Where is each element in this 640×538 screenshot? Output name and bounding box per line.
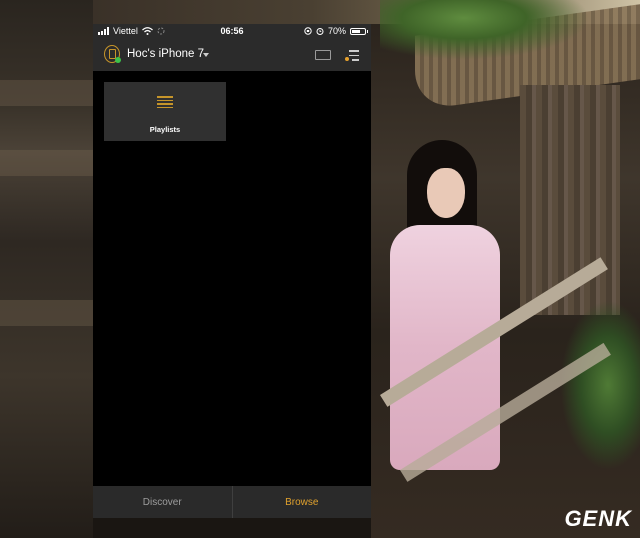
wall-plank <box>0 300 93 326</box>
bottom-tab-bar: Discover Browse <box>93 486 371 518</box>
rotation-lock-icon <box>304 27 312 35</box>
battery-percent: 70% <box>327 26 346 36</box>
device-name: Hoc's iPhone 7 <box>127 48 204 60</box>
connected-status-dot <box>115 57 121 63</box>
genk-watermark: GENK <box>564 506 632 531</box>
chevron-down-icon <box>203 53 209 57</box>
playlists-tile[interactable]: Playlists <box>104 82 226 141</box>
tile-label: Playlists <box>149 125 181 134</box>
status-bar: Viettel 06:56 70% <box>93 24 371 38</box>
status-right: 70% <box>304 26 368 36</box>
cast-icon[interactable] <box>315 50 331 60</box>
wall-plank <box>0 150 93 176</box>
tab-browse[interactable]: Browse <box>233 486 372 518</box>
tab-discover[interactable]: Discover <box>93 486 233 518</box>
wall-plank <box>0 80 93 106</box>
battery-icon <box>350 27 368 35</box>
hanging-leaves <box>380 0 590 60</box>
queue-menu-icon[interactable] <box>345 50 359 61</box>
face <box>427 168 465 218</box>
phone-screen: Viettel 06:56 70% Hoc's iPhone 7 Playlis… <box>93 24 371 518</box>
battery-level <box>352 29 361 33</box>
top-nav-bar: Hoc's iPhone 7 <box>93 38 371 71</box>
left-wall <box>0 0 93 538</box>
alarm-icon <box>316 28 324 35</box>
plant-leaves <box>560 300 640 470</box>
list-icon <box>157 96 173 108</box>
